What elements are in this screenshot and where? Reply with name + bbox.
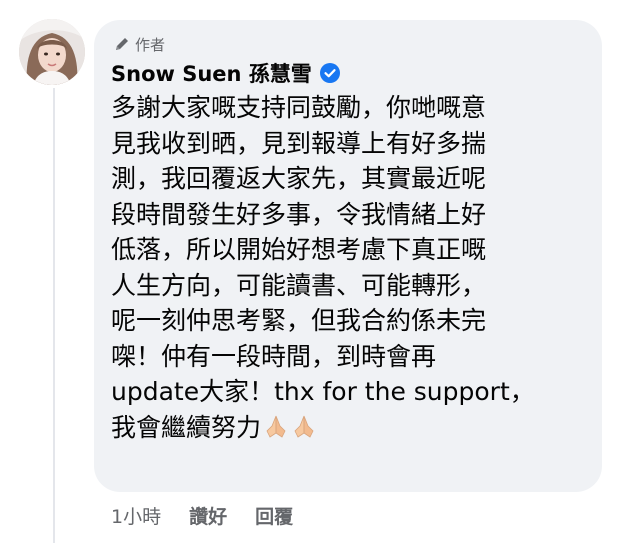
comment-line: 人生方向，可能讀書、可能轉形，	[111, 270, 487, 300]
comment-line: update大家！thx for the support，	[111, 377, 535, 406]
verified-badge-icon	[319, 63, 340, 83]
thread-line	[53, 88, 55, 543]
comment-timestamp[interactable]: 1小時	[111, 502, 161, 529]
author-name-row: Snow Suen 孫慧雪	[111, 58, 340, 88]
comment-actions: 1小時 讚好 回覆	[111, 500, 321, 530]
comment-bubble: 作者 Snow Suen 孫慧雪 多謝大家嘅支持同鼓勵，你哋嘅意 見我收到晒，見…	[94, 20, 602, 492]
comment-line: 低落，所以開始好想考慮下真正嘅	[111, 235, 487, 264]
comment-line: 測，我回覆返大家先，其實最近呢	[111, 164, 487, 193]
comment-line: 呢一刻仲思考緊，但我合約係未完	[111, 306, 487, 335]
comment-line: 㗎！仲有一段時間，到時會再	[111, 341, 437, 371]
pencil-icon	[116, 38, 128, 50]
comment-line: 多謝大家嘅支持同鼓勵，你哋嘅意	[111, 93, 487, 122]
comment-line: 我會繼續努力	[111, 412, 262, 442]
avatar[interactable]	[19, 19, 85, 85]
folded-hands-icon	[263, 413, 289, 449]
like-button[interactable]: 讚好	[189, 502, 227, 529]
reply-button[interactable]: 回覆	[255, 502, 293, 529]
author-badge-label: 作者	[135, 35, 166, 54]
author-name[interactable]: Snow Suen 孫慧雪	[111, 58, 312, 88]
avatar-image	[19, 19, 85, 85]
comment-line: 段時間發生好多事，令我情緒上好	[111, 199, 487, 229]
comment-line: 見我收到晒，見到報導上有好多揣	[111, 128, 487, 158]
comment-last-line: 我會繼續努力	[111, 410, 593, 446]
comment-text: 多謝大家嘅支持同鼓勵，你哋嘅意 見我收到晒，見到報導上有好多揣 測，我回覆返大家…	[111, 90, 593, 445]
folded-hands-icon	[291, 413, 317, 449]
author-badge: 作者	[114, 35, 166, 54]
